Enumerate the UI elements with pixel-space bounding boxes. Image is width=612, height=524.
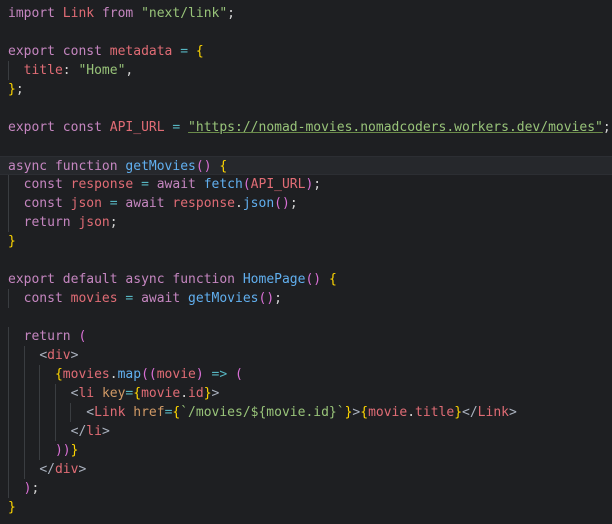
code-text: export default async function HomePage()… [8, 272, 337, 287]
code-text: } [8, 500, 16, 515]
code-line[interactable] [0, 99, 612, 118]
code-text: const response = await fetch(API_URL); [23, 177, 322, 192]
code-line[interactable]: return json; [0, 213, 612, 232]
code-line[interactable]: ); [0, 479, 612, 498]
code-line[interactable]: return ( [0, 327, 612, 346]
code-line[interactable]: export const metadata = { [0, 42, 612, 61]
code-text: }; [8, 82, 24, 97]
code-text: async function getMovies() { [8, 159, 228, 174]
code-line[interactable]: export default async function HomePage()… [0, 270, 612, 289]
code-text: title: "Home", [23, 63, 134, 78]
code-text: ))} [54, 443, 79, 458]
code-line[interactable] [0, 308, 612, 327]
code-line[interactable]: } [0, 232, 612, 251]
code-line[interactable]: const response = await fetch(API_URL); [0, 175, 612, 194]
code-text: </li> [70, 424, 110, 439]
code-line[interactable] [0, 23, 612, 42]
code-text: {movies.map((movie) => ( [54, 367, 243, 382]
code-text: export const metadata = { [8, 44, 204, 59]
code-editor[interactable]: import Link from "next/link"; export cons… [0, 0, 612, 524]
code-text: <Link href={`/movies/${movie.id}`}>{movi… [86, 405, 517, 420]
code-line[interactable]: }; [0, 80, 612, 99]
code-text: return json; [23, 215, 118, 230]
code-line[interactable]: </li> [0, 422, 612, 441]
code-line[interactable]: ))} [0, 441, 612, 460]
code-text: const json = await response.json(); [23, 196, 298, 211]
code-text: <li key={movie.id}> [70, 386, 220, 401]
code-text: } [8, 234, 16, 249]
code-line[interactable] [0, 251, 612, 270]
code-line[interactable]: const json = await response.json(); [0, 194, 612, 213]
code-line[interactable]: <div> [0, 346, 612, 365]
code-text: const movies = await getMovies(); [23, 291, 282, 306]
code-line[interactable]: title: "Home", [0, 61, 612, 80]
code-line[interactable]: <Link href={`/movies/${movie.id}`}>{movi… [0, 403, 612, 422]
code-line[interactable]: const movies = await getMovies(); [0, 289, 612, 308]
code-line[interactable]: </div> [0, 460, 612, 479]
code-text: export const API_URL = "https://nomad-mo… [8, 120, 611, 135]
code-line[interactable]: import Link from "next/link"; [0, 4, 612, 23]
code-line[interactable]: export const API_URL = "https://nomad-mo… [0, 118, 612, 137]
code-text: ); [23, 481, 40, 496]
code-line[interactable]: } [0, 498, 612, 517]
code-line[interactable]: async function getMovies() { [0, 156, 612, 175]
code-text: <div> [39, 348, 79, 363]
code-text: import Link from "next/link"; [8, 6, 235, 21]
code-line[interactable]: {movies.map((movie) => ( [0, 365, 612, 384]
code-text: return ( [23, 329, 87, 344]
code-line[interactable] [0, 137, 612, 156]
code-line[interactable]: <li key={movie.id}> [0, 384, 612, 403]
code-text: </div> [39, 462, 87, 477]
